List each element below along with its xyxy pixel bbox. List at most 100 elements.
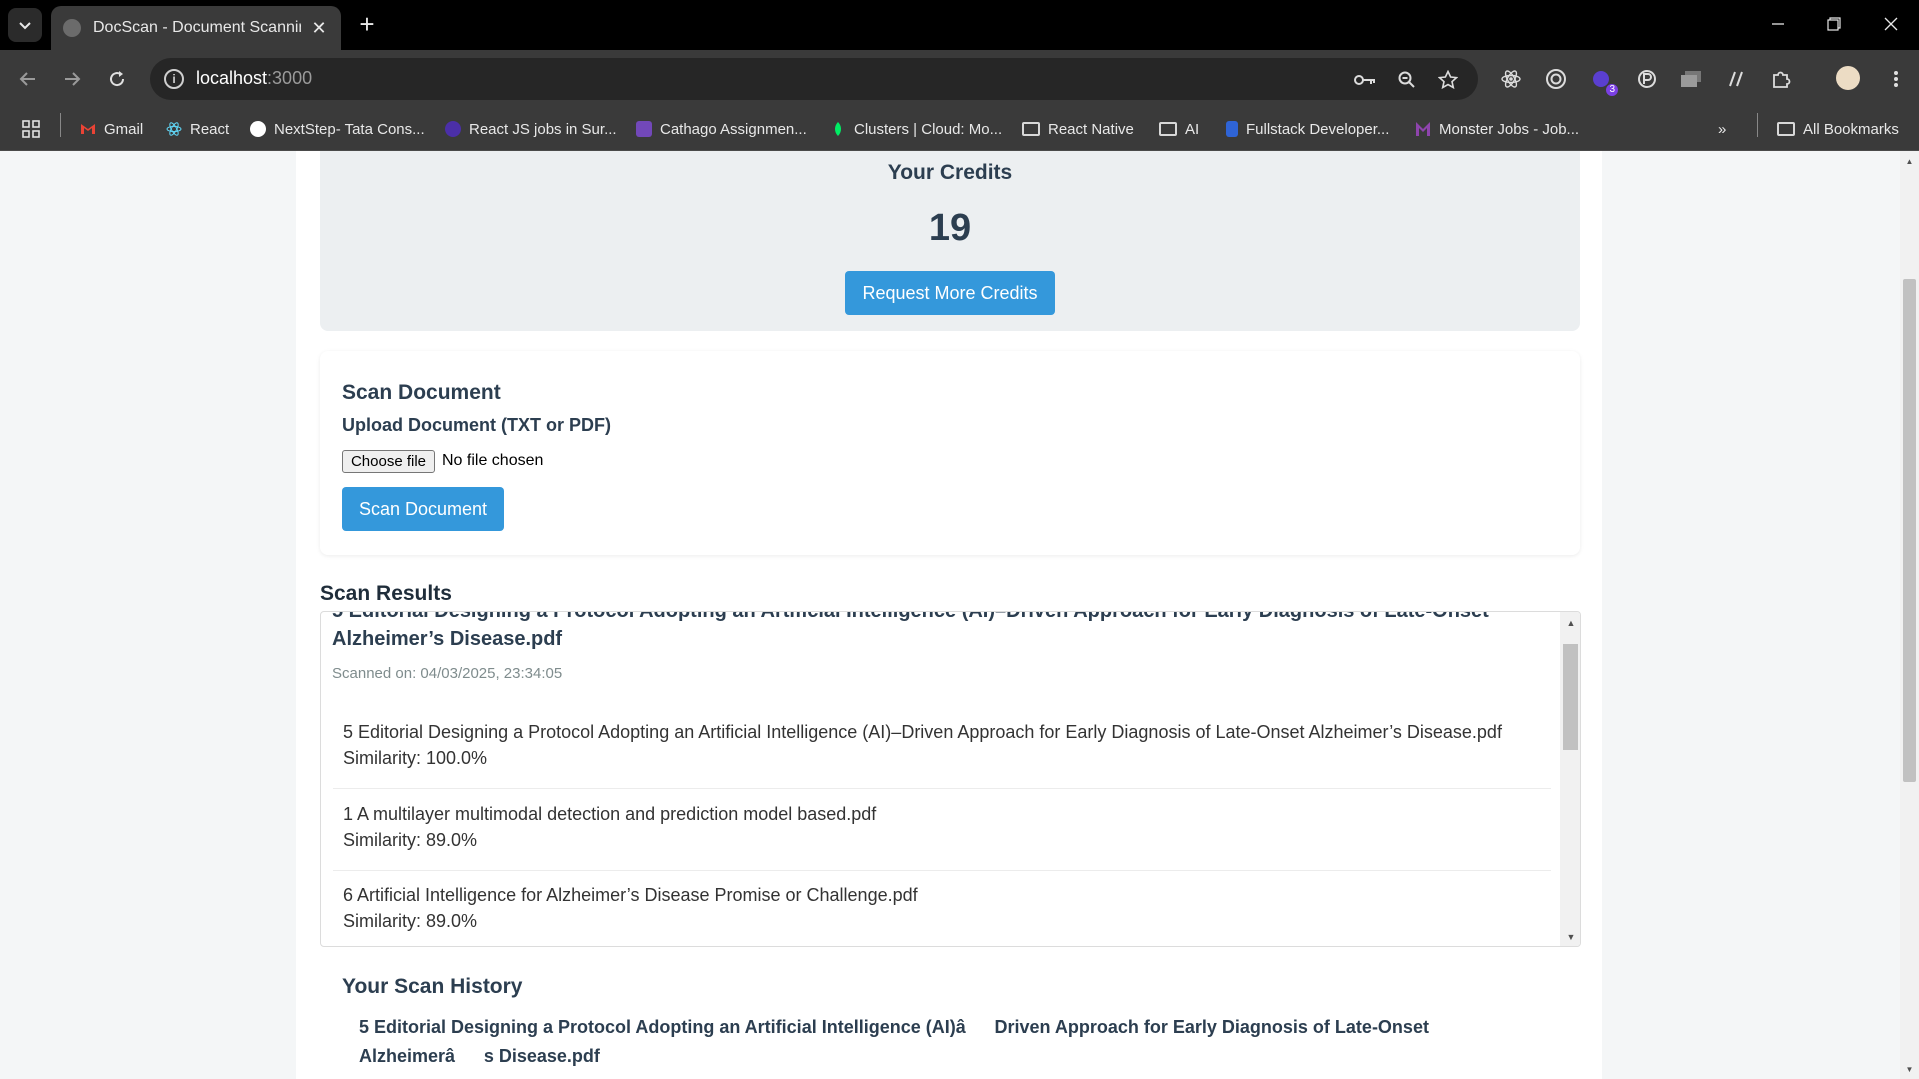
active-tab[interactable]: DocScan - Document Scanning ✕ bbox=[51, 6, 341, 50]
minimize-icon bbox=[1772, 23, 1784, 25]
file-status: No file chosen bbox=[442, 452, 544, 469]
extension-badge-count: 3 bbox=[1606, 84, 1618, 96]
scanned-on-timestamp: Scanned on: 04/03/2025, 23:34:05 bbox=[332, 665, 563, 682]
globe-icon bbox=[63, 19, 81, 37]
bookmark-label: React Native bbox=[1048, 120, 1134, 138]
result-item: 6 Artificial Intelligence for Alzheimer’… bbox=[333, 871, 1551, 946]
minimize-button[interactable] bbox=[1758, 8, 1798, 40]
bookmarks-divider bbox=[1757, 113, 1758, 137]
forward-button[interactable] bbox=[56, 63, 88, 95]
bookmark-label: Fullstack Developer... bbox=[1246, 120, 1390, 138]
restore-icon bbox=[1827, 17, 1841, 31]
cards-extension-icon[interactable] bbox=[1678, 66, 1704, 92]
credits-value: 19 bbox=[928, 207, 972, 249]
result-similarity: Similarity: 89.0% bbox=[343, 830, 478, 850]
page-scroll-up-icon[interactable]: ▲ bbox=[1903, 155, 1916, 168]
zoom-icon[interactable] bbox=[1395, 68, 1419, 92]
reload-button[interactable] bbox=[101, 63, 133, 95]
folder-icon bbox=[1777, 122, 1795, 136]
result-item: 1 A multilayer multimodal detection and … bbox=[333, 790, 1551, 871]
tab-strip: DocScan - Document Scanning ✕ + bbox=[0, 0, 1919, 50]
mongodb-icon bbox=[830, 121, 846, 137]
all-bookmarks-button[interactable]: All Bookmarks bbox=[1777, 118, 1899, 140]
scan-document-button[interactable]: Scan Document bbox=[342, 487, 504, 531]
results-scrollbar-thumb[interactable] bbox=[1563, 644, 1578, 750]
extension-badge-icon[interactable]: 3 bbox=[1588, 66, 1618, 96]
more-bookmarks-button[interactable]: » bbox=[1718, 118, 1726, 140]
bookmark-reactjs-jobs[interactable]: React JS jobs in Sur... bbox=[445, 118, 617, 140]
url-text: localhost:3000 bbox=[196, 68, 313, 88]
result-similarity: Similarity: 89.0% bbox=[343, 911, 478, 931]
bookmark-label: Clusters | Cloud: Mo... bbox=[854, 120, 1003, 138]
new-tab-button[interactable]: + bbox=[352, 10, 382, 40]
apps-button[interactable] bbox=[22, 118, 40, 140]
profile-avatar[interactable] bbox=[1836, 66, 1860, 90]
tab-title: DocScan - Document Scanning bbox=[93, 19, 301, 36]
bookmark-cathago[interactable]: Cathago Assignmen... bbox=[636, 118, 807, 140]
tcs-icon bbox=[250, 121, 266, 137]
history-item[interactable]: 5 Editorial Designing a Protocol Adoptin… bbox=[359, 1013, 1559, 1071]
history-title: Your Scan History bbox=[342, 975, 523, 998]
bookmark-label: React JS jobs in Sur... bbox=[469, 120, 617, 138]
bookmark-label: Gmail bbox=[104, 120, 144, 138]
close-icon[interactable]: ✕ bbox=[309, 18, 329, 39]
scan-document-card: Scan Document Upload Document (TXT or PD… bbox=[320, 351, 1580, 555]
target-extension-icon[interactable] bbox=[1543, 66, 1569, 92]
result-name: 1 A multilayer multimodal detection and … bbox=[343, 804, 877, 824]
tab-search-button[interactable] bbox=[8, 8, 42, 42]
bookmark-react[interactable]: React bbox=[166, 118, 229, 140]
page-viewport: Your Credits 19 Request More Credits Sca… bbox=[0, 151, 1919, 1079]
star-icon[interactable] bbox=[1436, 68, 1460, 92]
result-item: 5 Editorial Designing a Protocol Adoptin… bbox=[333, 708, 1551, 789]
react-devtools-icon[interactable] bbox=[1498, 66, 1524, 92]
bookmark-ai[interactable]: AI bbox=[1159, 118, 1199, 140]
forms-icon bbox=[636, 121, 652, 137]
menu-button[interactable] bbox=[1880, 63, 1912, 95]
p-extension-icon[interactable] bbox=[1634, 66, 1660, 92]
slash-extension-icon[interactable] bbox=[1723, 66, 1749, 92]
bookmark-clusters[interactable]: Clusters | Cloud: Mo... bbox=[830, 118, 1002, 140]
puzzle-icon[interactable] bbox=[1768, 66, 1794, 92]
password-key-icon[interactable] bbox=[1353, 68, 1377, 92]
bookmark-label: NextStep- Tata Cons... bbox=[274, 120, 425, 138]
scan-results-panel[interactable]: 5 Editorial Designing a Protocol Adoptin… bbox=[320, 611, 1581, 947]
bookmark-react-native[interactable]: React Native bbox=[1022, 118, 1134, 140]
bookmark-nextstep[interactable]: NextStep- Tata Cons... bbox=[250, 118, 425, 140]
bookmark-gmail[interactable]: Gmail bbox=[80, 118, 143, 140]
bookmark-fullstack[interactable]: Fullstack Developer... bbox=[1226, 118, 1389, 140]
arrow-right-icon bbox=[65, 72, 81, 86]
scroll-up-arrow-icon[interactable]: ▲ bbox=[1564, 616, 1578, 630]
restore-button[interactable] bbox=[1814, 8, 1854, 40]
result-name: 5 Editorial Designing a Protocol Adoptin… bbox=[343, 722, 1502, 742]
address-bar[interactable]: i localhost:3000 bbox=[150, 58, 1478, 100]
result-name: 6 Artificial Intelligence for Alzheimer’… bbox=[343, 885, 918, 905]
gmail-icon bbox=[80, 121, 96, 137]
upload-label: Upload Document (TXT or PDF) bbox=[342, 415, 611, 435]
page-scrollbar-thumb[interactable] bbox=[1903, 279, 1916, 782]
react-icon bbox=[166, 121, 182, 137]
all-bookmarks-label: All Bookmarks bbox=[1803, 120, 1899, 138]
more-vert-icon bbox=[1894, 71, 1898, 87]
apps-grid-icon bbox=[22, 120, 40, 138]
main-container: Your Credits 19 Request More Credits Sca… bbox=[296, 151, 1602, 1079]
scanned-document-title-cont: Alzheimer’s Disease.pdf bbox=[332, 628, 563, 650]
site-info-icon[interactable]: i bbox=[164, 69, 184, 89]
close-icon bbox=[1884, 17, 1898, 31]
arrow-left-icon bbox=[19, 72, 35, 86]
bookmark-label: Cathago Assignmen... bbox=[660, 120, 807, 138]
bookmark-label: React bbox=[190, 120, 230, 138]
browser-toolbar: i localhost:3000 3 bbox=[0, 50, 1919, 108]
folder-icon bbox=[1022, 122, 1040, 136]
scanned-document-title: 5 Editorial Designing a Protocol Adoptin… bbox=[332, 611, 1489, 622]
chevron-down-icon bbox=[19, 22, 31, 30]
scroll-down-arrow-icon[interactable]: ▼ bbox=[1564, 930, 1578, 944]
credits-panel: Your Credits 19 Request More Credits bbox=[320, 151, 1580, 331]
scan-history-card: Your Scan History 5 Editorial Designing … bbox=[320, 959, 1580, 1079]
page-scroll-down-icon[interactable]: ▼ bbox=[1903, 1063, 1916, 1076]
bookmarks-divider bbox=[60, 113, 61, 137]
back-button[interactable] bbox=[12, 63, 44, 95]
choose-file-button[interactable]: Choose file bbox=[342, 450, 435, 473]
close-window-button[interactable] bbox=[1871, 8, 1911, 40]
bookmark-monster[interactable]: Monster Jobs - Job... bbox=[1415, 118, 1579, 140]
request-credits-button[interactable]: Request More Credits bbox=[845, 271, 1055, 315]
